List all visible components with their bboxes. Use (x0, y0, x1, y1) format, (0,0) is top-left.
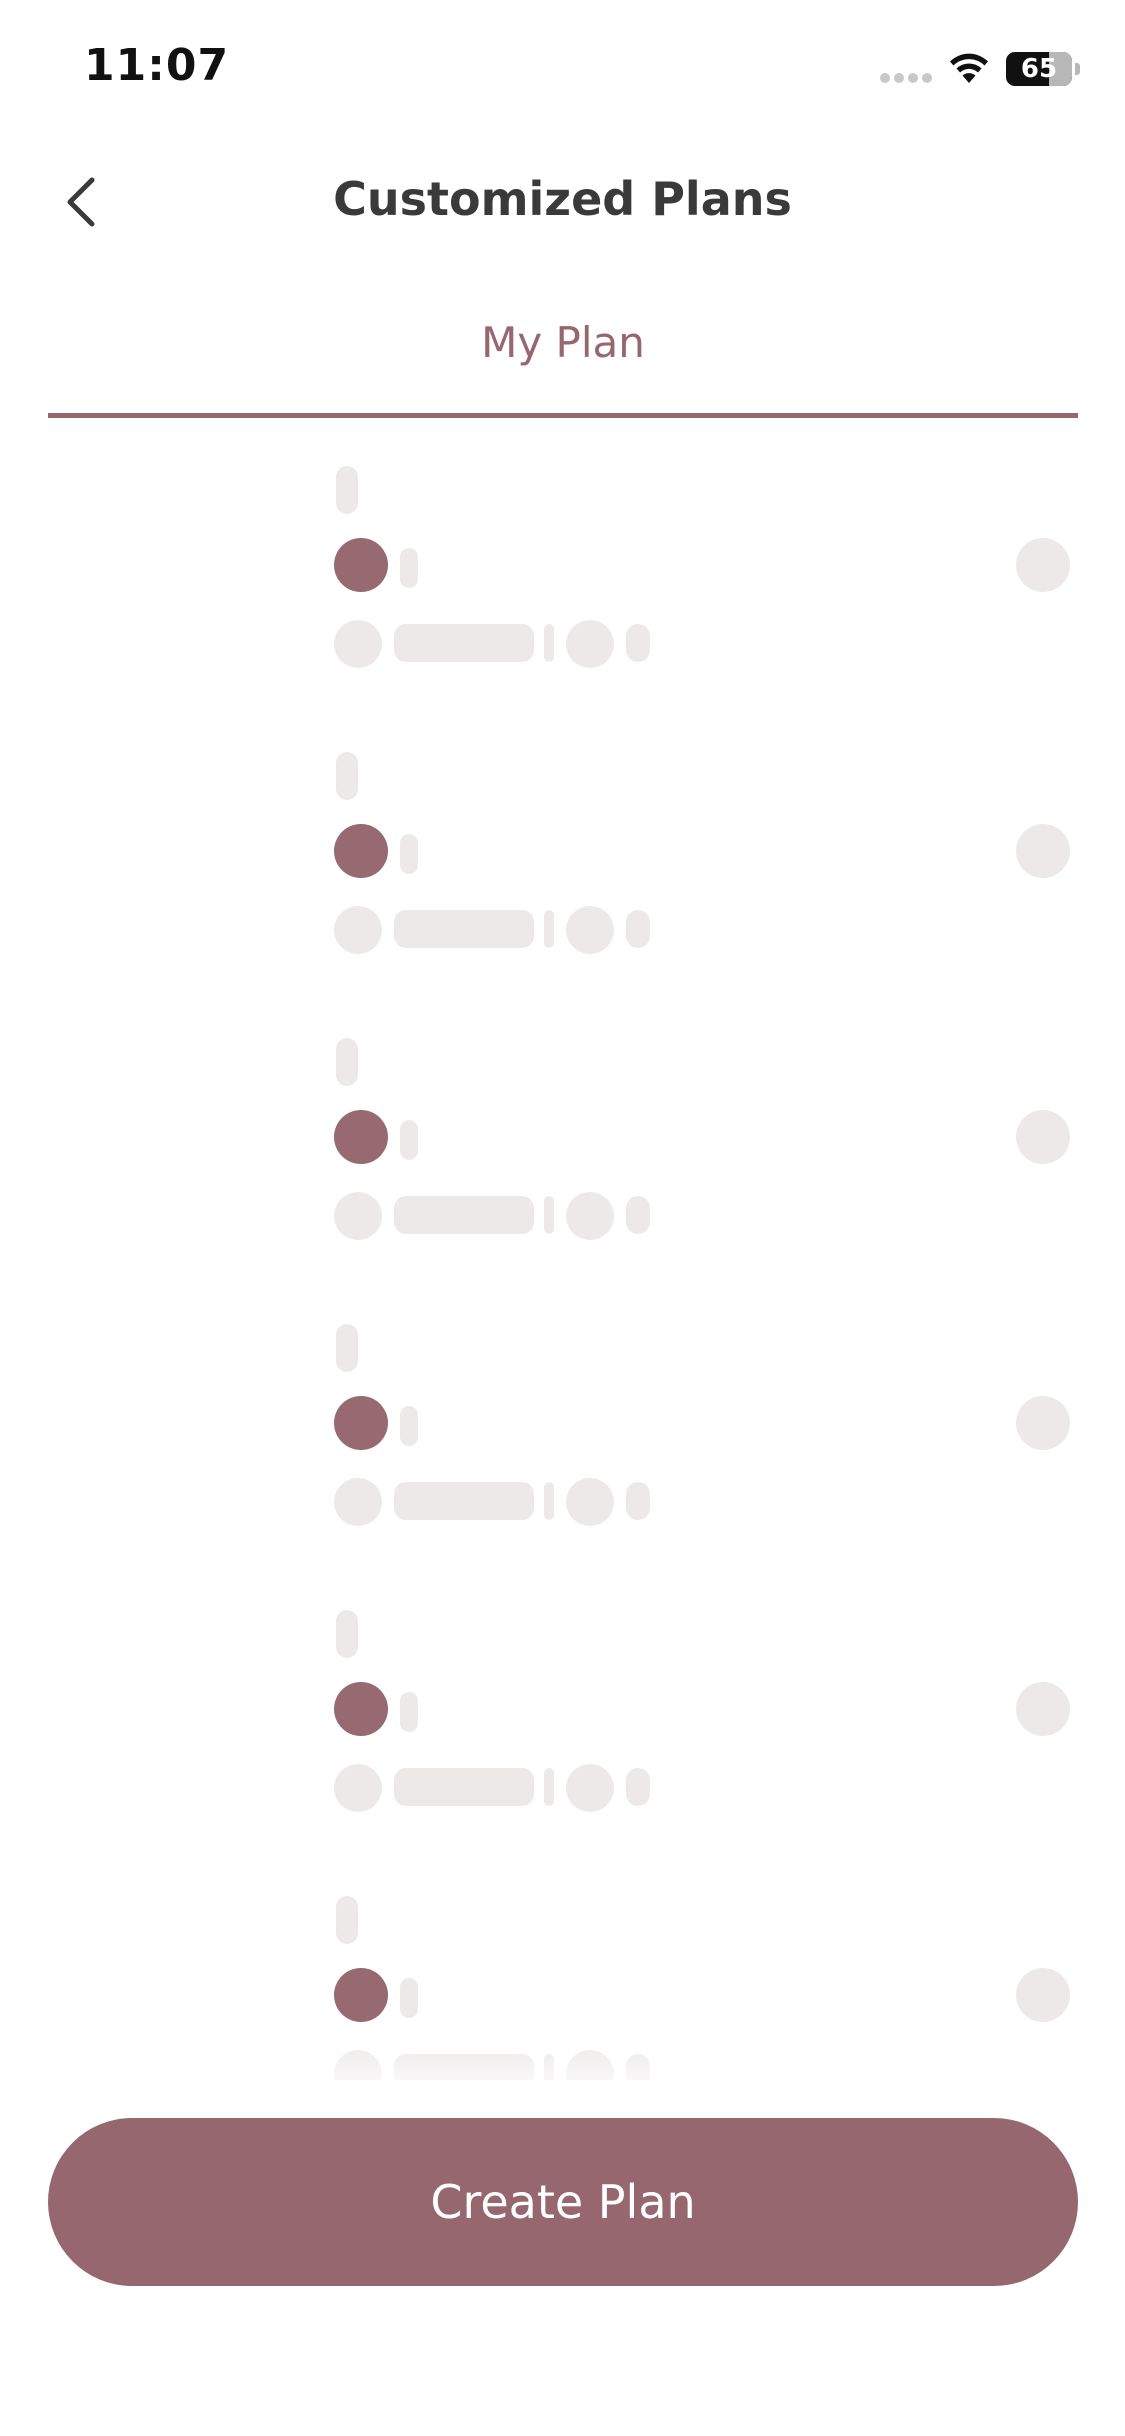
status-bar: 11:07 65 (0, 0, 1125, 140)
list-fade (0, 2040, 1125, 2100)
skeleton-circle (334, 1764, 382, 1812)
skeleton-circle (334, 620, 382, 668)
create-plan-button[interactable]: Create Plan (48, 2118, 1078, 2286)
skeleton-circle (566, 906, 614, 954)
skeleton-line (626, 1196, 650, 1234)
skeleton-line (336, 466, 358, 514)
skeleton-line (400, 834, 418, 874)
skeleton-line (544, 624, 554, 662)
skeleton-line (400, 1406, 418, 1446)
cellular-signal-icon (880, 73, 934, 83)
tab-my-plan[interactable]: My Plan (48, 300, 1078, 418)
skeleton-bar (394, 1196, 534, 1234)
battery-level: 65 (1020, 54, 1058, 84)
skeleton-bar (394, 1482, 534, 1520)
battery-icon: 65 (1006, 52, 1072, 86)
skeleton-line (336, 1610, 358, 1658)
tab-label: My Plan (481, 318, 645, 367)
skeleton-bar (394, 910, 534, 948)
skeleton-avatar (334, 1396, 388, 1450)
plan-skeleton-item (0, 1012, 1125, 1252)
skeleton-line (400, 1978, 418, 2018)
skeleton-avatar (334, 1682, 388, 1736)
skeleton-toggle (1016, 1968, 1070, 2022)
skeleton-avatar (334, 824, 388, 878)
status-time: 11:07 (84, 40, 230, 91)
skeleton-circle (334, 1192, 382, 1240)
wifi-icon (950, 53, 988, 83)
plan-list (0, 440, 1125, 2080)
skeleton-toggle (1016, 1110, 1070, 1164)
battery-tip (1075, 63, 1080, 75)
tab-active-indicator (48, 413, 1078, 418)
plan-skeleton-item (0, 440, 1125, 680)
skeleton-circle (566, 620, 614, 668)
skeleton-line (544, 1482, 554, 1520)
skeleton-line (626, 910, 650, 948)
skeleton-line (336, 752, 358, 800)
skeleton-circle (566, 1192, 614, 1240)
skeleton-toggle (1016, 1396, 1070, 1450)
skeleton-line (400, 1692, 418, 1732)
skeleton-line (400, 1120, 418, 1160)
skeleton-line (626, 624, 650, 662)
plan-skeleton-item (0, 1584, 1125, 1824)
skeleton-toggle (1016, 538, 1070, 592)
plan-skeleton-item (0, 1298, 1125, 1538)
skeleton-line (626, 1768, 650, 1806)
skeleton-circle (334, 1478, 382, 1526)
skeleton-circle (334, 906, 382, 954)
skeleton-line (336, 1896, 358, 1944)
skeleton-line (544, 1768, 554, 1806)
skeleton-avatar (334, 1968, 388, 2022)
page-title: Customized Plans (333, 172, 792, 226)
skeleton-line (400, 548, 418, 588)
skeleton-bar (394, 624, 534, 662)
skeleton-toggle (1016, 824, 1070, 878)
skeleton-line (544, 1196, 554, 1234)
skeleton-line (336, 1324, 358, 1372)
skeleton-line (626, 1482, 650, 1520)
skeleton-avatar (334, 538, 388, 592)
plan-skeleton-item (0, 726, 1125, 966)
skeleton-line (544, 910, 554, 948)
skeleton-circle (566, 1478, 614, 1526)
skeleton-line (336, 1038, 358, 1086)
skeleton-bar (394, 1768, 534, 1806)
skeleton-toggle (1016, 1682, 1070, 1736)
skeleton-avatar (334, 1110, 388, 1164)
skeleton-circle (566, 1764, 614, 1812)
